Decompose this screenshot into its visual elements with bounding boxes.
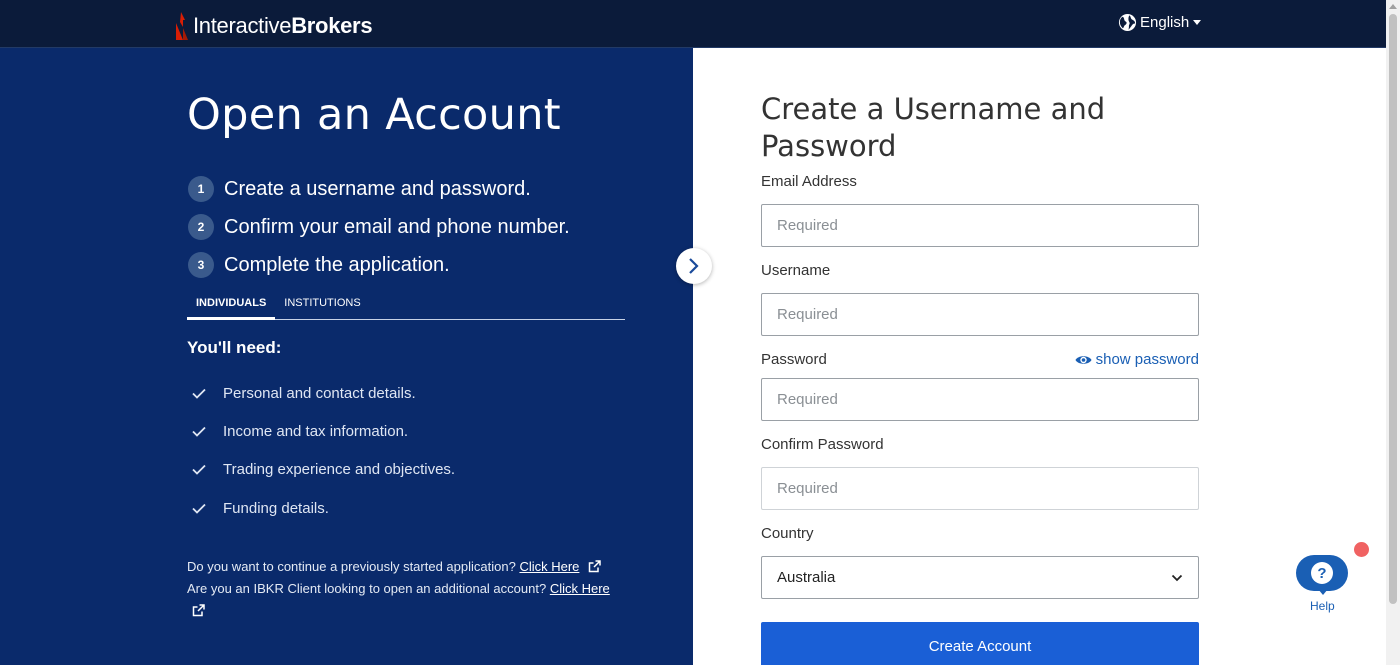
- country-select[interactable]: Australia: [761, 556, 1199, 599]
- username-field[interactable]: [761, 293, 1199, 336]
- scroll-up-arrow-icon[interactable]: [1389, 4, 1397, 9]
- needs-list: Personal and contact details. Income and…: [192, 374, 455, 527]
- username-label: Username: [761, 262, 831, 279]
- continue-application-line: Do you want to continue a previously sta…: [187, 556, 627, 578]
- additional-account-link[interactable]: Click Here: [550, 581, 610, 596]
- additional-account-icon-line: [187, 600, 627, 622]
- top-navbar: InteractiveBrokers English: [0, 0, 1386, 48]
- need-text: Personal and contact details.: [223, 384, 416, 402]
- step-item: 3 Complete the application.: [188, 246, 570, 284]
- list-item: Funding details.: [192, 489, 455, 527]
- needs-heading: You'll need:: [187, 338, 282, 357]
- external-link-icon[interactable]: [588, 560, 601, 573]
- step-item: 1 Create a username and password.: [188, 170, 570, 208]
- password-label: Password: [761, 351, 827, 368]
- info-panel: Open an Account 1 Create a username and …: [0, 48, 693, 665]
- external-link-icon[interactable]: [192, 604, 205, 617]
- checkmark-icon: [192, 388, 206, 399]
- step-text: Confirm your email and phone number.: [224, 215, 570, 238]
- country-value: Australia: [777, 569, 836, 586]
- email-label: Email Address: [761, 173, 857, 190]
- panel-toggle-button[interactable]: [676, 248, 712, 284]
- step-number-badge: 2: [188, 214, 214, 240]
- account-type-tabs: INDIVIDUALS INSTITUTIONS: [187, 293, 625, 320]
- chevron-down-icon: [1171, 574, 1183, 581]
- need-text: Funding details.: [223, 499, 329, 517]
- checkmark-icon: [192, 465, 206, 476]
- chevron-right-icon: [689, 258, 699, 274]
- steps-list: 1 Create a username and password. 2 Conf…: [188, 170, 570, 284]
- scroll-thumb[interactable]: [1389, 14, 1397, 604]
- caret-down-icon: [1193, 20, 1202, 25]
- step-number-badge: 1: [188, 176, 214, 202]
- help-label[interactable]: Help: [1310, 599, 1335, 613]
- footer-links: Do you want to continue a previously sta…: [187, 556, 627, 622]
- list-item: Trading experience and objectives.: [192, 451, 455, 489]
- ib-logo[interactable]: InteractiveBrokers: [172, 10, 373, 42]
- need-text: Trading experience and objectives.: [223, 461, 456, 479]
- step-number-badge: 3: [188, 252, 214, 278]
- ib-logo-icon: [176, 12, 188, 40]
- additional-text: Are you an IBKR Client looking to open a…: [187, 581, 547, 596]
- question-mark-icon: ?: [1311, 562, 1333, 584]
- notification-dot: [1354, 542, 1369, 557]
- password-field[interactable]: [761, 378, 1199, 421]
- step-item: 2 Confirm your email and phone number.: [188, 208, 570, 246]
- form-title: Create a Username and Password: [761, 92, 1106, 163]
- language-selector[interactable]: English: [1118, 13, 1202, 32]
- globe-icon: [1118, 13, 1137, 32]
- eye-icon: [1075, 355, 1092, 364]
- help-bubble-tail: [1318, 589, 1328, 595]
- panel-title: Open an Account: [187, 90, 561, 140]
- show-password-toggle[interactable]: show password: [1075, 351, 1199, 368]
- confirm-password-label: Confirm Password: [761, 436, 884, 453]
- show-password-label: show password: [1095, 351, 1199, 368]
- checkmark-icon: [192, 503, 206, 514]
- step-text: Create a username and password.: [224, 177, 531, 200]
- confirm-password-field[interactable]: [761, 467, 1199, 510]
- step-text: Complete the application.: [224, 253, 450, 276]
- create-account-button[interactable]: Create Account: [761, 622, 1199, 665]
- additional-account-line: Are you an IBKR Client looking to open a…: [187, 578, 627, 600]
- logo-text: InteractiveBrokers: [193, 13, 373, 38]
- continue-text: Do you want to continue a previously sta…: [187, 559, 516, 574]
- tab-individuals[interactable]: INDIVIDUALS: [187, 293, 276, 320]
- language-label: English: [1140, 14, 1190, 31]
- list-item: Personal and contact details.: [192, 374, 455, 412]
- list-item: Income and tax information.: [192, 412, 455, 450]
- email-field[interactable]: [761, 204, 1199, 247]
- checkmark-icon: [192, 426, 206, 437]
- country-label: Country: [761, 525, 814, 542]
- help-button[interactable]: ?: [1296, 555, 1348, 591]
- tab-institutions[interactable]: INSTITUTIONS: [275, 293, 369, 320]
- need-text: Income and tax information.: [223, 422, 409, 440]
- continue-application-link[interactable]: Click Here: [519, 559, 579, 574]
- page-scrollbar[interactable]: [1386, 0, 1400, 665]
